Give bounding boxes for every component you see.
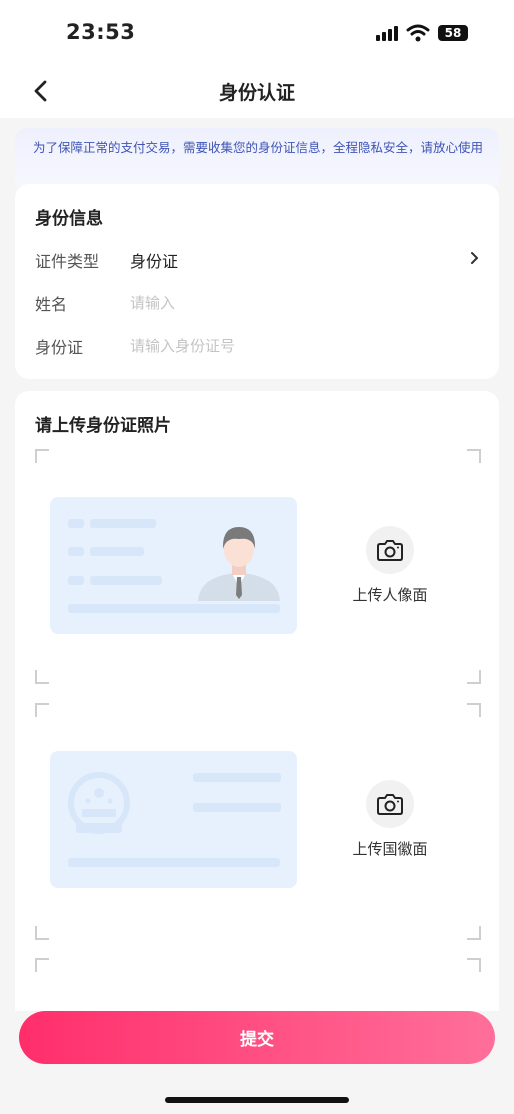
- privacy-notice: 为了保障正常的支付交易，需要收集您的身份证信息，全程隐私安全，请放心使用: [15, 128, 499, 186]
- page-title: 身份认证: [218, 82, 295, 104]
- frame-corner: [35, 670, 49, 684]
- upload-section-title: 请上传身份证照片: [35, 416, 171, 436]
- status-icons: 58: [376, 24, 468, 42]
- home-indicator[interactable]: [165, 1097, 349, 1103]
- identity-info-card: 身份信息 证件类型 身份证 姓名 请输入 身份证 请输入身份证号: [15, 184, 499, 379]
- name-input[interactable]: 请输入: [130, 292, 175, 313]
- id-front-placeholder-image[interactable]: [50, 497, 297, 634]
- frame-corner: [35, 926, 49, 940]
- frame-corner: [35, 958, 49, 972]
- frame-corner: [467, 703, 481, 717]
- frame-corner: [35, 449, 49, 463]
- frame-corner: [467, 958, 481, 972]
- cellular-signal-icon: [376, 25, 398, 41]
- id-photo-upload-card: 请上传身份证照片 上传人像面 上传国徽面: [15, 391, 499, 1011]
- frame-corner: [467, 670, 481, 684]
- status-bar: 23:53 58: [0, 0, 514, 66]
- chevron-right-icon[interactable]: [467, 250, 483, 266]
- id-number-label: 身份证: [35, 338, 84, 357]
- upload-back-label: 上传国徽面: [352, 840, 428, 858]
- identity-section-title: 身份信息: [35, 209, 103, 229]
- name-label: 姓名: [35, 295, 68, 314]
- wifi-icon: [406, 24, 430, 42]
- id-back-placeholder-image[interactable]: [50, 751, 297, 888]
- submit-button[interactable]: 提交: [19, 1011, 495, 1064]
- person-portrait-icon: [198, 527, 280, 601]
- camera-icon: [366, 526, 414, 574]
- upload-front-button[interactable]: 上传人像面: [340, 526, 440, 605]
- battery-icon: 58: [438, 25, 468, 41]
- upload-front-label: 上传人像面: [352, 586, 428, 604]
- frame-corner: [35, 703, 49, 717]
- status-time: 23:53: [66, 20, 136, 44]
- id-type-label: 证件类型: [35, 252, 100, 271]
- id-type-value[interactable]: 身份证: [130, 248, 178, 272]
- frame-corner: [467, 449, 481, 463]
- frame-corner: [467, 926, 481, 940]
- camera-icon: [366, 780, 414, 828]
- national-emblem-icon: [68, 772, 130, 834]
- nav-bar: 身份认证: [0, 66, 514, 118]
- upload-back-button[interactable]: 上传国徽面: [340, 780, 440, 859]
- id-number-input[interactable]: 请输入身份证号: [130, 335, 235, 356]
- privacy-notice-text: 为了保障正常的支付交易，需要收集您的身份证信息，全程隐私安全，请放心使用: [33, 140, 484, 155]
